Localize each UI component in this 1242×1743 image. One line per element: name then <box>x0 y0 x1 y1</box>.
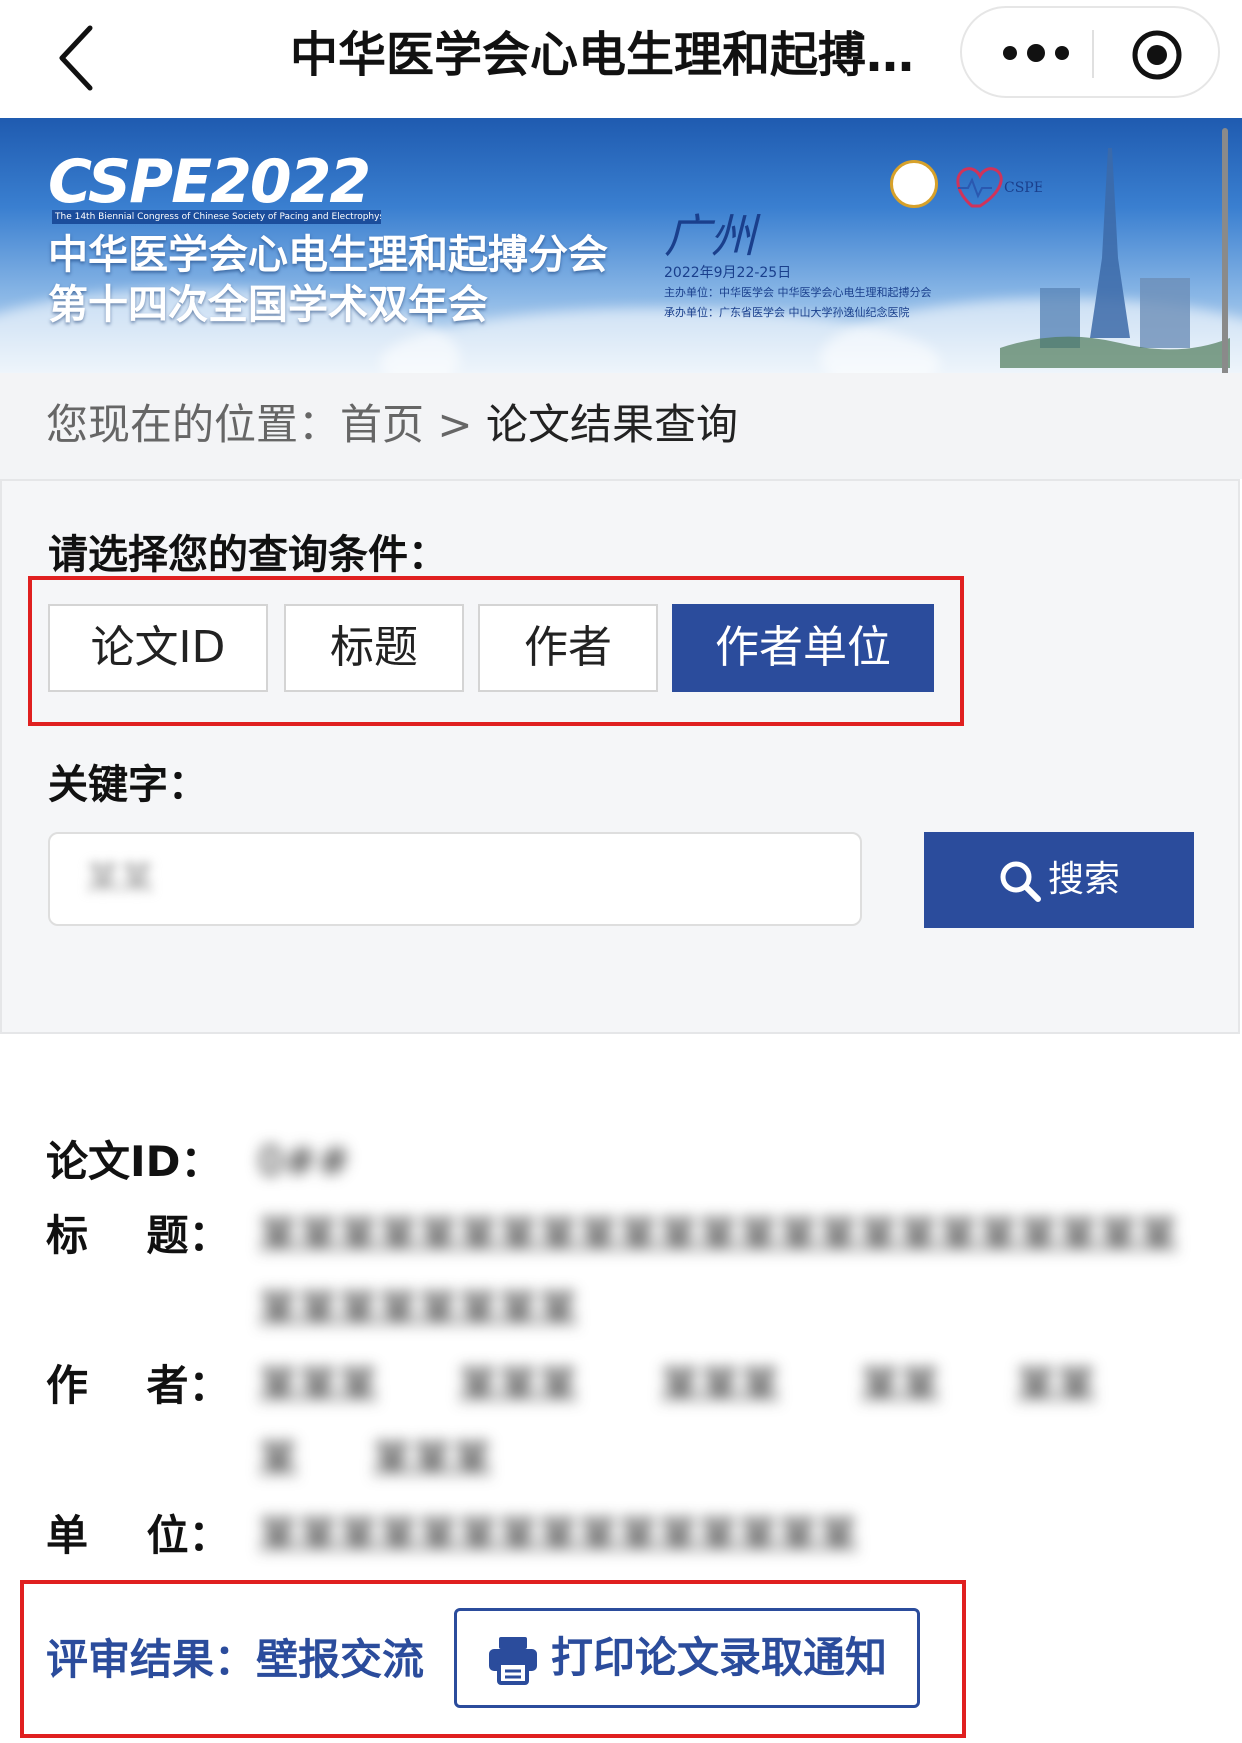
result-id-label: 论文ID： <box>46 1137 223 1186</box>
banner-host: 主办单位：中华医学会 中华医学会心电生理和起搏分会 <box>664 286 932 299</box>
result-author-1: 某某某 <box>258 1363 378 1409</box>
breadcrumb: 您现在的位置：首页 > 论文结果查询 <box>0 373 1242 479</box>
search-button-label: 搜索 <box>1047 859 1120 900</box>
association-emblem-icon <box>890 160 938 208</box>
breadcrumb-prefix: 您现在的位置： <box>46 400 341 449</box>
mini-program-capsule <box>960 6 1220 98</box>
banner-title-line2: 第十四次全国学术双年会 <box>48 282 488 328</box>
breadcrumb-current: 论文结果查询 <box>485 400 738 449</box>
result-title-value-line2: 某某某某某某某某 <box>258 1287 578 1333</box>
banner-title-line1: 中华医学会心电生理和起搏分会 <box>48 232 608 278</box>
result-unit-value: 某某某某某某某某某某某某某某某 <box>258 1513 858 1559</box>
banner-organizer: 承办单位：广东省医学会 中山大学孙逸仙纪念医院 <box>664 306 910 319</box>
canton-tower-illustration-icon <box>1000 138 1230 368</box>
banner-city: 广州 <box>664 209 756 263</box>
back-arrow-icon[interactable] <box>40 18 120 98</box>
result-title-value-line1: 某某某某某某某某某某某某某某某某某某某某某某某 <box>258 1213 1178 1259</box>
breadcrumb-separator: > <box>424 400 486 449</box>
capsule-divider <box>1092 30 1094 78</box>
more-dots-icon[interactable] <box>998 30 1078 76</box>
keyword-label: 关键字： <box>48 762 208 808</box>
search-icon <box>1000 861 1041 902</box>
result-id-value: 0## <box>258 1139 351 1185</box>
conference-banner: CSPE2022 The 14th Biennial Congress of C… <box>0 118 1242 373</box>
result-title-label: 标 题： <box>46 1211 231 1260</box>
result-author-5: 某某 <box>1016 1363 1096 1409</box>
result-author-6: 某 <box>258 1437 298 1483</box>
banner-logo: CSPE2022 <box>48 147 371 217</box>
close-target-icon[interactable] <box>1130 28 1184 82</box>
result-author-2: 某某某 <box>458 1363 578 1409</box>
result-author-3: 某某某 <box>660 1363 780 1409</box>
banner-date: 2022年9月22-25日 <box>664 265 792 281</box>
page-scrollbar[interactable] <box>1222 128 1228 378</box>
banner-subtitle: The 14th Biennial Congress of Chinese So… <box>52 210 381 224</box>
page-title: 中华医学会心电生理和起搏… <box>290 27 915 83</box>
result-author-4: 某某 <box>860 1363 940 1409</box>
nav-bar: 中华医学会心电生理和起搏… <box>0 0 1242 118</box>
breadcrumb-home-link[interactable]: 首页 <box>340 400 424 449</box>
result-unit-label: 单 位： <box>46 1511 231 1560</box>
search-button[interactable]: 搜索 <box>924 832 1194 928</box>
result-author-7: 某某某 <box>372 1437 492 1483</box>
highlight-box-review <box>20 1580 966 1738</box>
highlight-box-tabs <box>28 576 964 726</box>
keyword-input-value: 某某 <box>86 859 154 899</box>
keyword-input[interactable]: 某某 <box>48 832 862 926</box>
query-condition-label: 请选择您的查询条件： <box>48 532 448 578</box>
result-author-label: 作 者： <box>46 1361 231 1410</box>
